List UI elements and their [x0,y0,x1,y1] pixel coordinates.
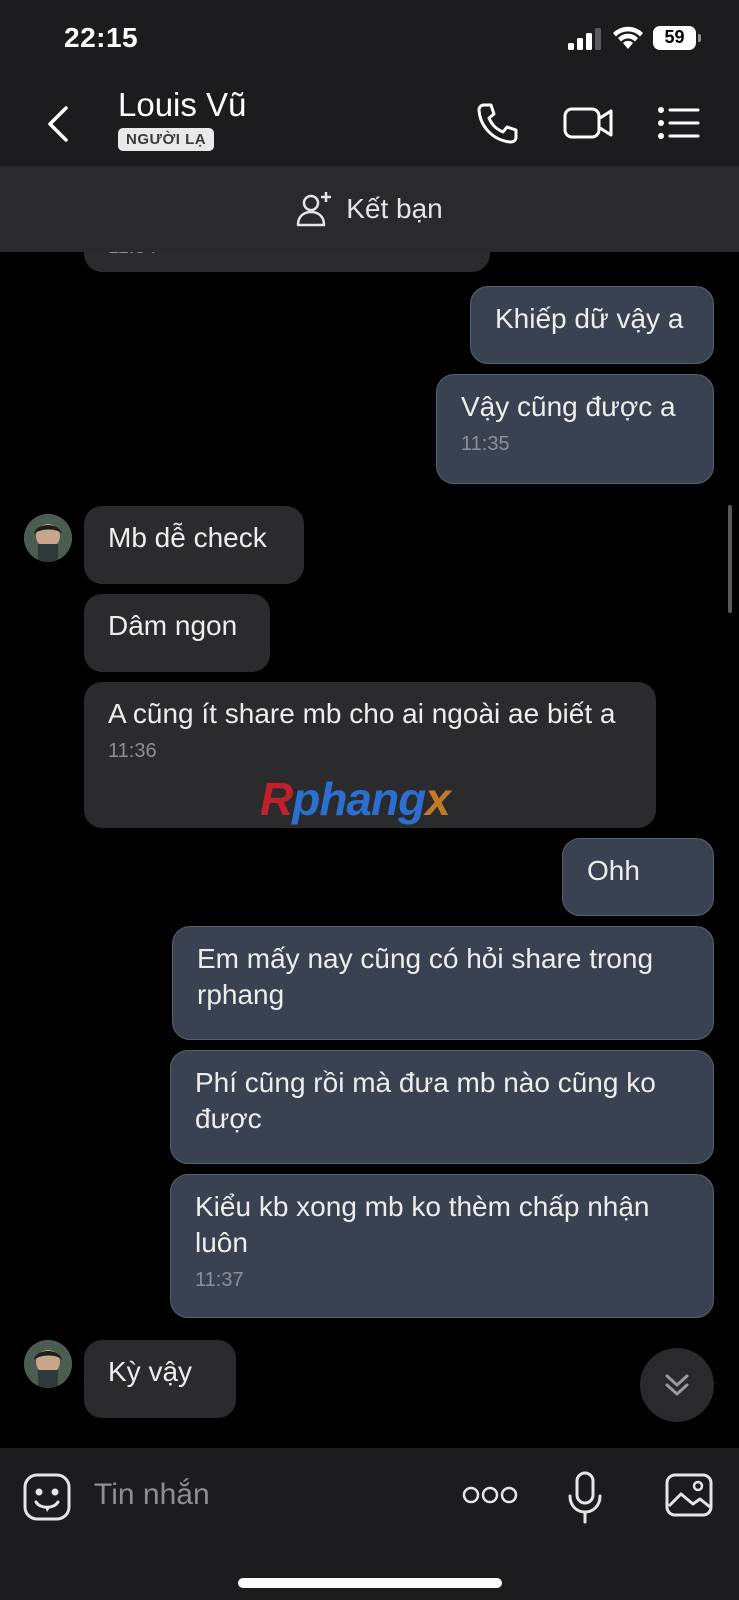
microphone-icon[interactable] [566,1470,604,1526]
message-bubble-out[interactable]: Kiểu kb xong mb ko thèm chấp nhận luôn 1… [170,1174,714,1318]
double-chevron-down-icon [665,1374,689,1396]
contact-name[interactable]: Louis Vũ [118,86,246,124]
message-text: Kiểu kb xong mb ko thèm chấp nhận luôn [195,1191,650,1258]
scrollbar[interactable] [728,505,732,613]
message-list[interactable]: 11:34 Khiếp dữ vậy a Vậy cũng được a 11:… [0,252,739,1448]
phone-call-icon[interactable] [474,100,520,146]
message-bubble-out[interactable]: Vậy cũng được a 11:35 [436,374,714,484]
message-input[interactable]: Tin nhắn [94,1478,210,1512]
message-text: Kỳ vậy [108,1356,193,1387]
stranger-badge: NGƯỜI LẠ [118,128,215,151]
message-text: Em mấy nay cũng có hỏi share trong rphan… [197,943,654,1010]
status-time: 22:15 [64,22,139,53]
message-time: 11:36 [108,740,157,762]
contact-avatar[interactable] [24,514,72,562]
menu-list-icon[interactable] [656,100,702,146]
add-friend-button[interactable]: Kết bạn [0,166,739,252]
battery-icon: 59 [653,26,701,50]
message-bubble-out[interactable]: Khiếp dữ vậy a [470,286,714,364]
image-gallery-icon[interactable] [664,1472,714,1518]
rphangx-watermark: Rphangx [260,773,451,825]
message-time: 11:37 [195,1269,244,1291]
more-options-icon[interactable] [462,1484,518,1506]
video-call-icon[interactable] [562,100,614,146]
message-text: A cũng ít share mb cho ai ngoài ae biết … [108,698,616,729]
message-bubble-out[interactable]: Phí cũng rồi mà đưa mb nào cũng ko được [170,1050,714,1164]
message-text: Ohh [587,855,640,886]
status-bar: 22:15 59 [0,0,739,80]
message-time: 11:35 [461,433,510,455]
chat-header: Louis Vũ NGƯỜI LẠ [0,80,739,166]
message-bubble-in[interactable]: Mb dễ check [84,506,304,584]
message-time: 11:34 [108,252,466,260]
contact-avatar[interactable] [24,1340,72,1388]
message-bubble-out[interactable]: Em mấy nay cũng có hỏi share trong rphan… [172,926,714,1040]
message-bubble-out[interactable]: Ohh [562,838,714,916]
back-arrow-icon[interactable] [40,102,80,146]
sticker-emoji-icon[interactable] [22,1472,72,1522]
add-friend-label: Kết bạn [346,193,443,224]
message-bubble-in[interactable]: Dâm ngon [84,594,270,672]
scroll-to-bottom-button[interactable] [640,1348,714,1422]
home-indicator[interactable] [238,1578,502,1588]
message-text: Mb dễ check [108,522,267,553]
message-text: Vậy cũng được a [461,391,676,422]
message-bubble-in[interactable]: Kỳ vậy [84,1340,236,1418]
message-input-bar: Tin nhắn [0,1448,739,1600]
message-text: Khiếp dữ vậy a [495,303,684,334]
message-bubble-in[interactable]: 11:34 [84,252,490,272]
battery-level: 59 [664,27,685,47]
wifi-icon [613,26,643,49]
cellular-signal-icon [568,28,601,50]
message-text: Phí cũng rồi mà đưa mb nào cũng ko được [195,1067,656,1134]
message-text: Dâm ngon [108,610,238,641]
add-friend-icon [296,192,332,227]
